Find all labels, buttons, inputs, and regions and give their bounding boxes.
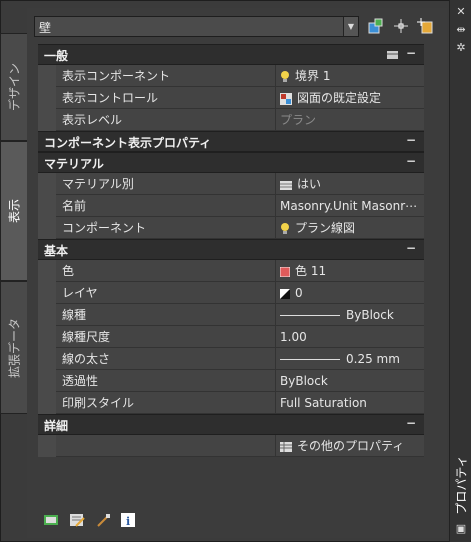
palette-title-bar: ✕ ⇹ ✲ プロパティ ▣	[449, 0, 471, 542]
property-value[interactable]: プラン線図	[276, 217, 424, 239]
section-title: 一般	[44, 49, 69, 63]
property-row[interactable]: マテリアル別 はい	[38, 173, 424, 195]
property-name: 線種尺度	[56, 326, 276, 348]
property-value[interactable]: 図面の既定設定	[276, 87, 424, 109]
object-type-dropdown[interactable]: 壁 ▼	[34, 16, 359, 37]
bulb-icon	[281, 70, 289, 82]
tab-design[interactable]: デザイン	[0, 33, 27, 141]
table-icon	[280, 441, 292, 452]
tab-extended-data[interactable]: 拡張データ	[0, 281, 27, 414]
color-swatch-icon	[280, 266, 290, 277]
property-name: 表示コンポーネント	[56, 65, 276, 87]
property-value[interactable]: 0	[276, 282, 424, 304]
property-row[interactable]: 表示コントロール 図面の既定設定	[38, 87, 424, 109]
object-type-value: 壁	[39, 21, 52, 35]
property-value[interactable]: 0.25 mm	[276, 348, 424, 370]
section-title: 詳細	[44, 419, 69, 433]
property-name: マテリアル別	[56, 173, 276, 195]
tab-display[interactable]: 表示	[0, 141, 27, 281]
property-row[interactable]: 透過性 ByBlock	[38, 370, 424, 392]
property-row[interactable]: 名前 Masonry.Unit Masonr⋯	[38, 195, 424, 217]
property-name: 印刷スタイル	[56, 392, 276, 414]
property-name: 線の太さ	[56, 348, 276, 370]
settings-icon[interactable]: ✲	[453, 41, 469, 55]
property-row[interactable]: レイヤ 0	[38, 282, 424, 304]
property-value[interactable]: ByBlock	[276, 304, 424, 326]
property-value[interactable]: Masonry.Unit Masonr⋯	[276, 195, 424, 217]
tab-extended-data-label: 拡張データ	[7, 317, 22, 378]
property-value[interactable]: 境界 1	[276, 65, 424, 87]
property-name: 表示レベル	[56, 109, 276, 131]
auto-hide-icon[interactable]: ⇹	[453, 23, 469, 37]
property-name: 名前	[56, 195, 276, 217]
property-value[interactable]: 1.00	[276, 326, 424, 348]
style-browser-icon[interactable]	[44, 513, 60, 527]
linetype-icon	[280, 315, 340, 316]
property-row[interactable]: 線の太さ 0.25 mm	[38, 348, 424, 370]
bulb-icon	[281, 222, 289, 234]
property-row[interactable]: 表示コンポーネント 境界 1	[38, 65, 424, 87]
collapse-icon[interactable]: −	[406, 154, 416, 168]
bottom-toolbar: i	[44, 512, 143, 527]
chevron-down-icon[interactable]: ▼	[343, 17, 358, 36]
property-value[interactable]: はい	[276, 173, 424, 195]
property-row[interactable]: コンポーネント プラン線図	[38, 217, 424, 239]
svg-text:i: i	[126, 515, 130, 527]
quick-select-icon[interactable]	[366, 17, 386, 37]
property-grid: 一般 − 表示コンポーネント 境界 1 表示コントロール 図面の既定設定 表示レ…	[38, 44, 424, 457]
section-component-display-properties[interactable]: コンポーネント表示プロパティ −	[38, 131, 424, 152]
display-control-icon	[280, 92, 292, 105]
property-row[interactable]: その他のプロパティ	[38, 435, 424, 457]
section-material[interactable]: マテリアル −	[38, 152, 424, 173]
property-value[interactable]: 色 11	[276, 260, 424, 282]
section-basic[interactable]: 基本 −	[38, 239, 424, 260]
pickadd-toggle-icon[interactable]	[416, 17, 436, 37]
property-name: 線種	[56, 304, 276, 326]
property-name: コンポーネント	[56, 217, 276, 239]
property-value[interactable]: ByBlock	[276, 370, 424, 392]
edit-style-icon[interactable]	[69, 513, 86, 527]
quick-calc-icon[interactable]	[387, 51, 398, 59]
section-title: 基本	[44, 244, 69, 258]
property-name: レイヤ	[56, 282, 276, 304]
match-properties-icon[interactable]	[96, 513, 112, 527]
property-name	[56, 435, 276, 457]
property-value[interactable]: その他のプロパティ	[276, 435, 424, 457]
material-icon	[280, 180, 292, 190]
tab-design-label: デザイン	[7, 62, 22, 112]
layer-icon	[280, 288, 290, 299]
property-name: 色	[56, 260, 276, 282]
property-row[interactable]: 線種 ByBlock	[38, 304, 424, 326]
property-name: 透過性	[56, 370, 276, 392]
lineweight-icon	[280, 359, 340, 360]
property-name: 表示コントロール	[56, 87, 276, 109]
info-icon[interactable]: i	[121, 512, 137, 527]
palette-menu-icon[interactable]: ▣	[453, 522, 469, 536]
select-objects-icon[interactable]	[392, 17, 412, 37]
section-general[interactable]: 一般 −	[38, 44, 424, 65]
property-value: プラン	[276, 109, 424, 131]
section-advanced[interactable]: 詳細 −	[38, 414, 424, 435]
property-row[interactable]: 印刷スタイル Full Saturation	[38, 392, 424, 414]
collapse-icon[interactable]: −	[406, 46, 416, 60]
property-row[interactable]: 表示レベル プラン	[38, 109, 424, 131]
section-title: コンポーネント表示プロパティ	[44, 136, 212, 150]
tab-display-label: 表示	[7, 198, 22, 224]
property-row[interactable]: 色 色 11	[38, 260, 424, 282]
property-value[interactable]: Full Saturation	[276, 392, 424, 414]
section-title: マテリアル	[44, 157, 104, 171]
close-icon[interactable]: ✕	[453, 5, 469, 19]
property-row[interactable]: 線種尺度 1.00	[38, 326, 424, 348]
collapse-icon[interactable]: −	[406, 241, 416, 255]
palette-title: プロパティ	[454, 455, 469, 515]
collapse-icon[interactable]: −	[406, 416, 416, 430]
collapse-icon[interactable]: −	[406, 133, 416, 147]
